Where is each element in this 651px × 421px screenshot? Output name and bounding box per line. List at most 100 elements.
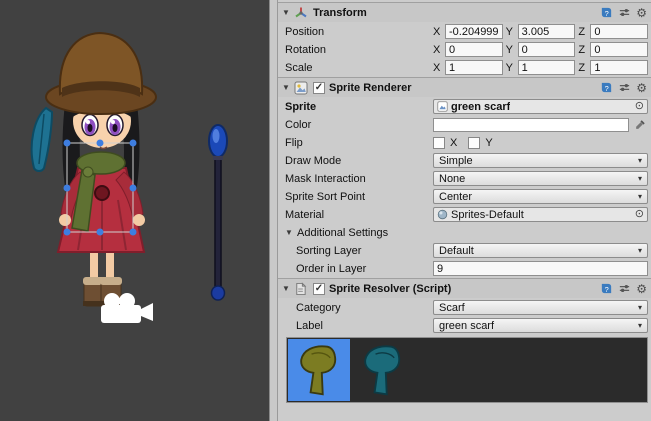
selection-handle <box>130 185 137 192</box>
position-label[interactable]: Position <box>285 26 433 38</box>
x-axis-label[interactable]: X <box>433 26 442 38</box>
mask-interaction-dropdown[interactable]: None ▾ <box>433 171 648 186</box>
object-picker-icon[interactable]: ⊙ <box>635 209 644 220</box>
y-axis-label[interactable]: Y <box>506 26 515 38</box>
gear-icon[interactable]: ⚙ <box>636 6 647 20</box>
color-label[interactable]: Color <box>285 119 433 131</box>
sprite-value: green scarf <box>451 101 510 113</box>
component-title: Sprite Renderer <box>329 82 412 94</box>
script-icon <box>294 282 310 296</box>
scale-y-input[interactable] <box>518 60 576 75</box>
presets-icon[interactable] <box>618 282 631 296</box>
color-swatch[interactable] <box>433 118 629 132</box>
selection-handle <box>64 229 71 236</box>
z-axis-label[interactable]: Z <box>578 44 587 56</box>
sprite-resolver-header[interactable]: ▼ ✓ Sprite Resolver (Script) ? ⚙ <box>278 278 651 298</box>
label-dropdown[interactable]: green scarf ▾ <box>433 318 648 333</box>
y-axis-label[interactable]: Y <box>506 62 515 74</box>
component-title: Transform <box>313 7 367 19</box>
draw-mode-dropdown[interactable]: Simple ▾ <box>433 153 648 168</box>
x-axis-label[interactable]: X <box>433 62 442 74</box>
sprite-sort-point-dropdown[interactable]: Center ▾ <box>433 189 648 204</box>
z-axis-label[interactable]: Z <box>578 26 587 38</box>
dropdown-arrow-icon: ▾ <box>638 156 642 165</box>
rotation-label[interactable]: Rotation <box>285 44 433 56</box>
material-field-wrap: Sprites-Default ⊙ <box>433 207 648 222</box>
foldout-icon[interactable]: ▼ <box>282 284 294 293</box>
inspector-panel: ▼ Transform ? ⚙ Position X Y Z <box>278 0 651 421</box>
foldout-icon[interactable]: ▼ <box>282 8 294 17</box>
sprite-sort-point-value: Center <box>439 191 638 203</box>
scale-x-input[interactable] <box>445 60 503 75</box>
y-axis-label[interactable]: Y <box>506 44 515 56</box>
rotation-x-input[interactable] <box>445 42 503 57</box>
selection-handle <box>64 185 71 192</box>
help-icon[interactable]: ? <box>600 81 613 95</box>
enabled-checkbox[interactable]: ✓ <box>313 82 325 94</box>
sprite-sort-point-row: Sprite Sort Point Center ▾ <box>278 188 651 205</box>
sorting-layer-label[interactable]: Sorting Layer <box>296 245 433 257</box>
object-picker-icon[interactable]: ⊙ <box>635 101 644 112</box>
flip-label[interactable]: Flip <box>285 137 433 149</box>
dropdown-arrow-icon: ▾ <box>638 246 642 255</box>
label-label[interactable]: Label <box>296 320 433 332</box>
selection-handle <box>97 229 104 236</box>
help-glyph: ? <box>605 9 609 18</box>
color-field-wrap <box>433 117 648 132</box>
scale-label[interactable]: Scale <box>285 62 433 74</box>
presets-icon[interactable] <box>618 81 631 95</box>
flip-y-label: Y <box>485 137 492 149</box>
position-z-input[interactable] <box>590 24 648 39</box>
material-label[interactable]: Material <box>285 209 433 221</box>
sprite-thumbnail-green-scarf[interactable] <box>288 339 350 401</box>
scale-z-input[interactable] <box>590 60 648 75</box>
label-value: green scarf <box>439 320 638 332</box>
x-axis-label[interactable]: X <box>433 44 442 56</box>
order-in-layer-label[interactable]: Order in Layer <box>296 263 433 275</box>
position-y-input[interactable] <box>518 24 576 39</box>
sprite-label[interactable]: Sprite <box>285 101 433 113</box>
flip-y-checkbox[interactable] <box>468 137 480 149</box>
sprite-thumb-icon <box>437 101 448 112</box>
foldout-icon[interactable]: ▼ <box>282 83 294 92</box>
additional-settings-row[interactable]: ▼ Additional Settings <box>278 224 651 241</box>
sprite-field-wrap: green scarf ⊙ <box>433 99 648 114</box>
category-label[interactable]: Category <box>296 302 433 314</box>
flip-x-checkbox[interactable] <box>433 137 445 149</box>
scale-row: Scale X Y Z <box>278 59 651 76</box>
foldout-icon[interactable]: ▼ <box>285 228 297 237</box>
transform-header[interactable]: ▼ Transform ? ⚙ <box>278 2 651 22</box>
z-axis-label[interactable]: Z <box>578 62 587 74</box>
rotation-z-input[interactable] <box>590 42 648 57</box>
dropdown-arrow-icon: ▾ <box>638 321 642 330</box>
sprite-thumbnail-teal-scarf[interactable] <box>352 339 414 401</box>
mask-interaction-label[interactable]: Mask Interaction <box>285 173 433 185</box>
draw-mode-value: Simple <box>439 155 638 167</box>
category-dropdown[interactable]: Scarf ▾ <box>433 300 648 315</box>
material-object-field[interactable]: Sprites-Default ⊙ <box>433 207 648 222</box>
gear-icon[interactable]: ⚙ <box>636 282 647 296</box>
panel-splitter[interactable] <box>269 0 278 421</box>
eyedropper-icon[interactable] <box>632 117 648 132</box>
sprite-object-field[interactable]: green scarf ⊙ <box>433 99 648 114</box>
sprite-sort-point-label[interactable]: Sprite Sort Point <box>285 191 433 203</box>
label-row: Label green scarf ▾ <box>278 317 651 334</box>
presets-icon[interactable] <box>618 6 631 20</box>
help-icon[interactable]: ? <box>600 282 613 296</box>
position-x-input[interactable] <box>445 24 503 39</box>
scene-view[interactable] <box>0 0 269 421</box>
sorting-layer-dropdown[interactable]: Default ▾ <box>433 243 648 258</box>
check-icon: ✓ <box>315 82 323 93</box>
sprite-renderer-header[interactable]: ▼ ✓ Sprite Renderer ? ⚙ <box>278 77 651 97</box>
help-icon[interactable]: ? <box>600 6 613 20</box>
position-fields: X Y Z <box>433 24 648 39</box>
order-in-layer-input[interactable] <box>433 261 648 276</box>
draw-mode-label[interactable]: Draw Mode <box>285 155 433 167</box>
dropdown-arrow-icon: ▾ <box>638 192 642 201</box>
category-value: Scarf <box>439 302 638 314</box>
selection-handle <box>97 140 104 147</box>
rotation-y-input[interactable] <box>518 42 576 57</box>
selection-handle <box>130 140 137 147</box>
enabled-checkbox[interactable]: ✓ <box>313 283 325 295</box>
gear-icon[interactable]: ⚙ <box>636 81 647 95</box>
